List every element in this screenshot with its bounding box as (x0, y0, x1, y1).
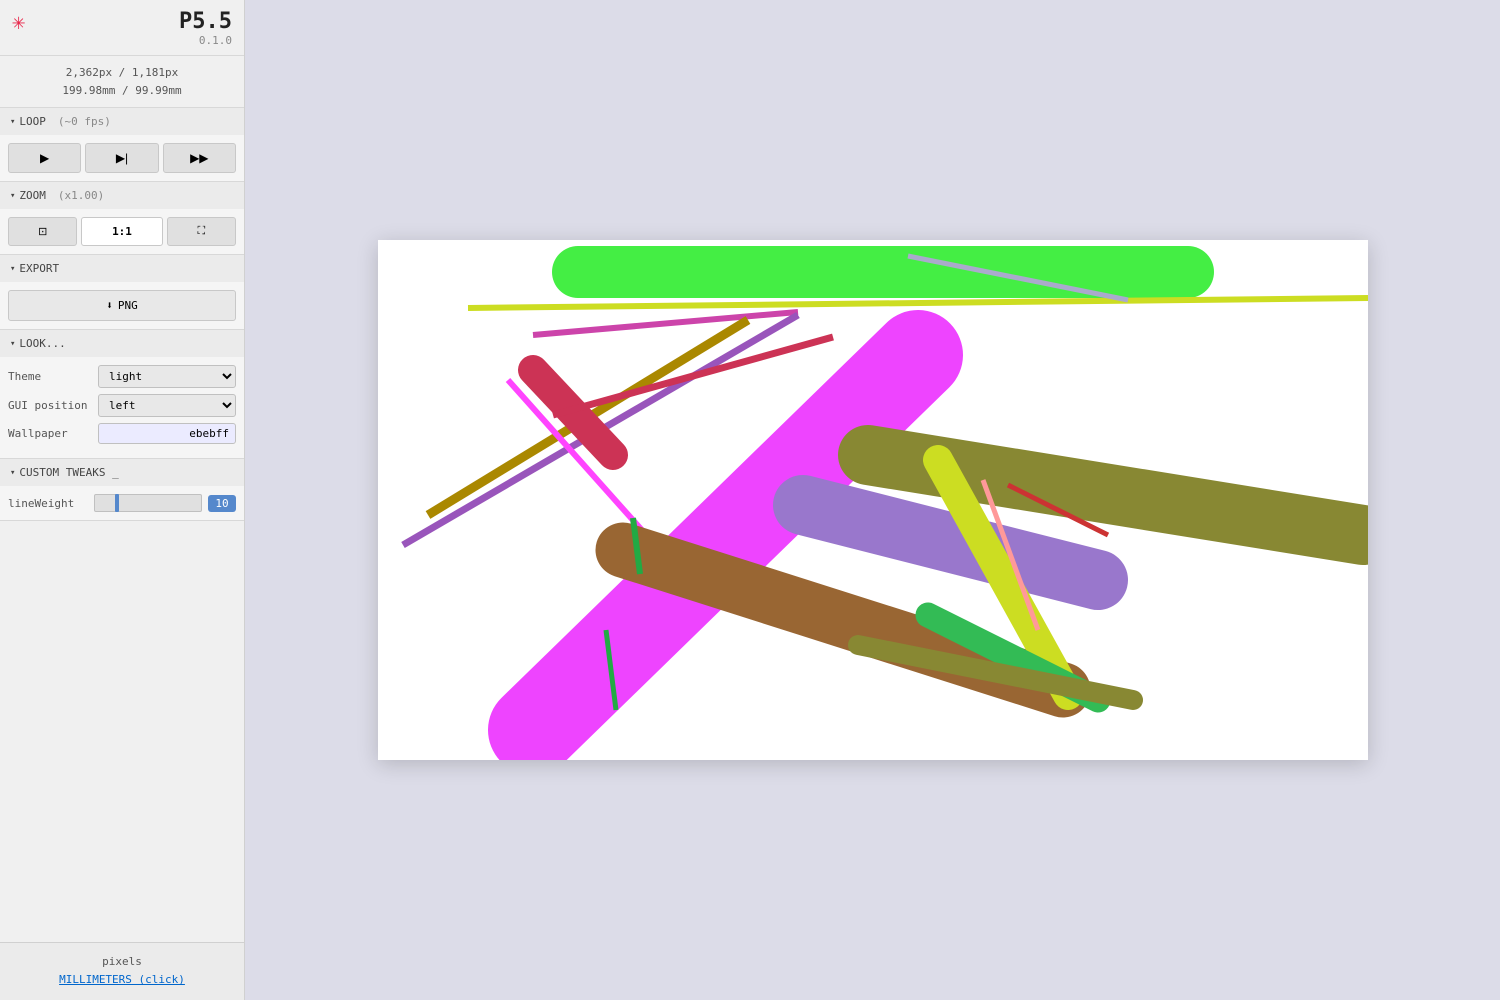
export-button-label: PNG (118, 299, 138, 312)
download-icon: ⬇ (106, 299, 113, 312)
title-block: P5.5 0.1.0 (179, 10, 232, 47)
theme-label: Theme (8, 370, 98, 383)
look-section-header[interactable]: ▾ LOOK... (0, 330, 244, 357)
zoom-label: ZOOM (19, 189, 46, 202)
play-icon: ▶ (40, 151, 49, 165)
theme-row: Theme light dark (8, 365, 236, 388)
zoom-fullscreen-button[interactable]: ⛶ (167, 217, 236, 246)
look-controls: Theme light dark GUI position left right… (0, 357, 244, 458)
sidebar-footer: pixels MILLIMETERS (click) (0, 942, 244, 1000)
export-controls: ⬇ PNG (0, 282, 244, 329)
loop-fps: (~0 fps) (58, 115, 111, 128)
app-title: P5.5 (179, 10, 232, 34)
export-label: EXPORT (19, 262, 59, 275)
export-chevron: ▾ (10, 264, 15, 274)
sidebar: ✳ P5.5 0.1.0 2,362px / 1,181px 199.98mm … (0, 0, 245, 1000)
lineweight-slider[interactable] (94, 494, 202, 512)
lineweight-value: 10 (208, 495, 236, 512)
canvas-wrapper (378, 240, 1368, 760)
wallpaper-row: Wallpaper ebebff (8, 423, 236, 444)
loop-section: ▾ LOOP (~0 fps) ▶ ▶| ▶▶ (0, 108, 244, 182)
export-section-header[interactable]: ▾ EXPORT (0, 255, 244, 282)
tweaks-controls: lineWeight 10 (0, 486, 244, 520)
look-section: ▾ LOOK... Theme light dark GUI position … (0, 330, 244, 459)
step-icon: ▶| (116, 151, 128, 165)
lineweight-label: lineWeight (8, 497, 88, 510)
logo-icon: ✳ (12, 12, 25, 34)
zoom-section: ▾ ZOOM (x1.00) ⊡ 1:1 ⛶ (0, 182, 244, 255)
export-png-button[interactable]: ⬇ PNG (8, 290, 236, 321)
zoom-fit-icon: ⊡ (38, 225, 47, 238)
wallpaper-color[interactable]: ebebff (98, 423, 236, 444)
custom-tweaks-section: ▾ CUSTOM TWEAKS _ lineWeight 10 (0, 459, 244, 521)
mm-unit[interactable]: MILLIMETERS (click) (12, 971, 232, 990)
export-section: ▾ EXPORT ⬇ PNG (0, 255, 244, 330)
fast-icon: ▶▶ (190, 151, 208, 165)
play-button[interactable]: ▶ (8, 143, 81, 173)
theme-select[interactable]: light dark (98, 365, 236, 388)
look-label: LOOK... (19, 337, 65, 350)
zoom-fullscreen-icon: ⛶ (197, 225, 205, 238)
gui-position-row: GUI position left right (8, 394, 236, 417)
fast-forward-button[interactable]: ▶▶ (163, 143, 236, 173)
zoom-fit-button[interactable]: ⊡ (8, 217, 77, 246)
sidebar-header: ✳ P5.5 0.1.0 (0, 0, 244, 56)
loop-controls-container: ▶ ▶| ▶▶ (0, 135, 244, 181)
look-chevron: ▾ (10, 339, 15, 349)
wallpaper-label: Wallpaper (8, 427, 98, 440)
zoom-section-header[interactable]: ▾ ZOOM (x1.00) (0, 182, 244, 209)
loop-label: LOOP (19, 115, 46, 128)
step-button[interactable]: ▶| (85, 143, 158, 173)
gui-position-label: GUI position (8, 399, 98, 412)
tweaks-chevron: ▾ (10, 468, 15, 478)
custom-tweaks-header[interactable]: ▾ CUSTOM TWEAKS _ (0, 459, 244, 486)
zoom-ratio: 1:1 (81, 217, 162, 246)
zoom-controls: ⊡ 1:1 ⛶ (8, 217, 236, 246)
zoom-controls-container: ⊡ 1:1 ⛶ (0, 209, 244, 254)
canvas-info: 2,362px / 1,181px 199.98mm / 99.99mm (0, 56, 244, 108)
zoom-chevron: ▾ (10, 191, 15, 201)
canvas-mm: 199.98mm / 99.99mm (12, 82, 232, 100)
gui-position-select[interactable]: left right (98, 394, 236, 417)
app-version: 0.1.0 (179, 34, 232, 47)
loop-controls: ▶ ▶| ▶▶ (8, 143, 236, 173)
main-area (245, 0, 1500, 1000)
tweaks-label: CUSTOM TWEAKS _ (19, 466, 118, 479)
pixels-unit: pixels (12, 953, 232, 972)
canvas-pixels: 2,362px / 1,181px (12, 64, 232, 82)
lineweight-row: lineWeight 10 (8, 494, 236, 512)
lineweight-slider-wrap (94, 494, 202, 512)
zoom-value: (x1.00) (58, 189, 104, 202)
canvas-svg (378, 240, 1368, 760)
loop-chevron: ▾ (10, 117, 15, 127)
loop-section-header[interactable]: ▾ LOOP (~0 fps) (0, 108, 244, 135)
